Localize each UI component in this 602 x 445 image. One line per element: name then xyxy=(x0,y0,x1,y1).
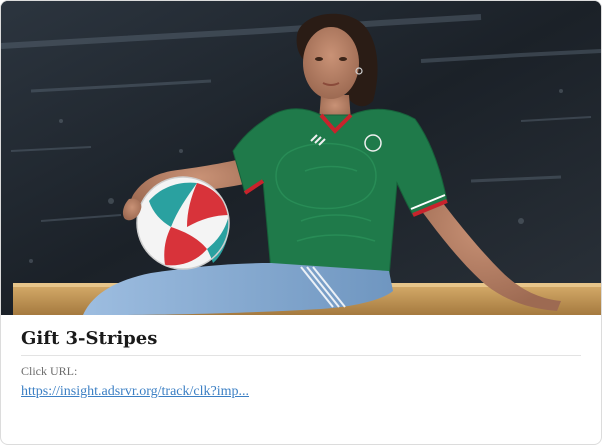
ad-card-body: Gift 3-Stripes Click URL: https://insigh… xyxy=(21,327,581,401)
ad-title: Gift 3-Stripes xyxy=(21,327,581,356)
ad-card[interactable]: Gift 3-Stripes Click URL: https://insigh… xyxy=(0,0,602,445)
click-url-label: Click URL: xyxy=(21,364,78,378)
product-photo-illustration xyxy=(1,1,601,315)
face xyxy=(303,27,359,99)
soccer-ball xyxy=(136,176,230,270)
product-image[interactable] xyxy=(1,1,601,315)
click-url-link[interactable]: https://insight.adsrvr.org/track/clk?imp… xyxy=(21,383,249,401)
